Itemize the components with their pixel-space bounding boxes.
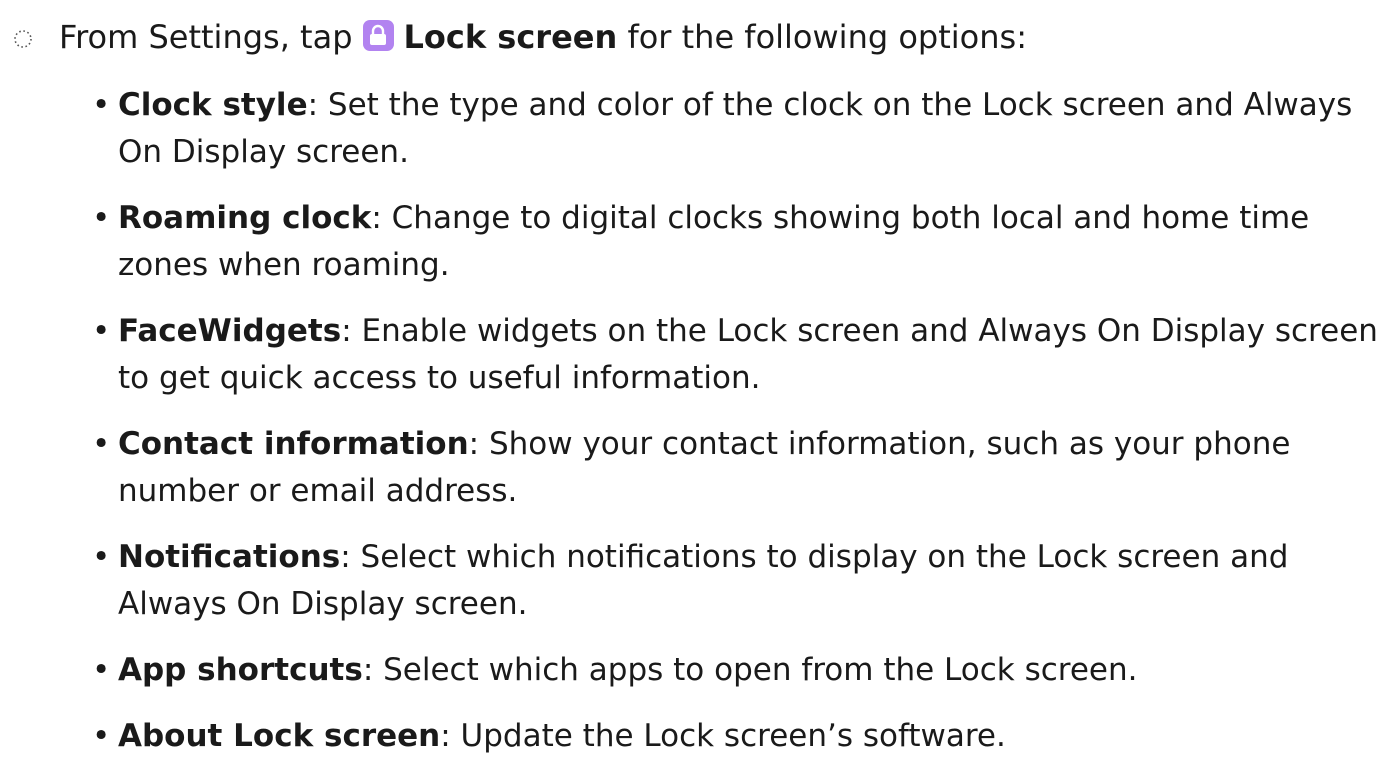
options-list: • Clock style: Set the type and color of … xyxy=(92,82,1388,779)
lock-screen-menu-name: Lock screen xyxy=(403,18,618,56)
option-term: Roaming clock xyxy=(118,200,372,236)
intro-suffix: for the following options: xyxy=(627,18,1027,56)
option-item: • App shortcuts: Select which apps to ope… xyxy=(92,647,1388,694)
bullet-icon: • xyxy=(92,87,111,123)
option-description: Select which apps to open from the Lock … xyxy=(373,652,1138,688)
option-term: App shortcuts xyxy=(118,652,363,688)
bullet-icon: • xyxy=(92,313,111,349)
bullet-icon: • xyxy=(92,200,111,236)
bullet-icon: • xyxy=(92,718,111,754)
option-item: • Notifications: Select which notificatio… xyxy=(92,534,1388,628)
option-separator: : xyxy=(468,426,480,462)
option-description: Update the Lock screen’s software. xyxy=(450,718,1006,754)
option-term: FaceWidgets xyxy=(118,313,342,349)
option-separator: : xyxy=(371,200,382,236)
option-item: • Contact information: Show your contact … xyxy=(92,421,1388,515)
option-separator: : xyxy=(340,539,351,575)
option-separator: : xyxy=(341,313,352,349)
option-term: Clock style xyxy=(118,87,308,123)
bullet-icon: • xyxy=(92,426,111,462)
dotted-circle-icon xyxy=(12,20,34,48)
option-separator: : xyxy=(440,718,451,754)
option-item: • About Lock screen: Update the Lock scre… xyxy=(92,713,1388,760)
option-item: • Roaming clock: Change to digital clocks… xyxy=(92,195,1388,289)
bullet-icon: • xyxy=(92,539,111,575)
option-term: Contact information xyxy=(118,426,469,462)
option-separator: : xyxy=(307,87,319,123)
option-separator: : xyxy=(362,652,374,688)
option-term: About Lock screen xyxy=(118,718,441,754)
intro-instruction: From Settings, tap Lock screen for the f… xyxy=(12,14,1027,60)
bullet-icon: • xyxy=(92,652,111,688)
lock-icon xyxy=(362,19,394,51)
option-term: Notifications xyxy=(118,539,341,575)
option-item: • FaceWidgets: Enable widgets on the Lock… xyxy=(92,308,1388,402)
option-item: • Clock style: Set the type and color of … xyxy=(92,82,1388,176)
intro-prefix: From Settings, tap xyxy=(59,18,353,56)
